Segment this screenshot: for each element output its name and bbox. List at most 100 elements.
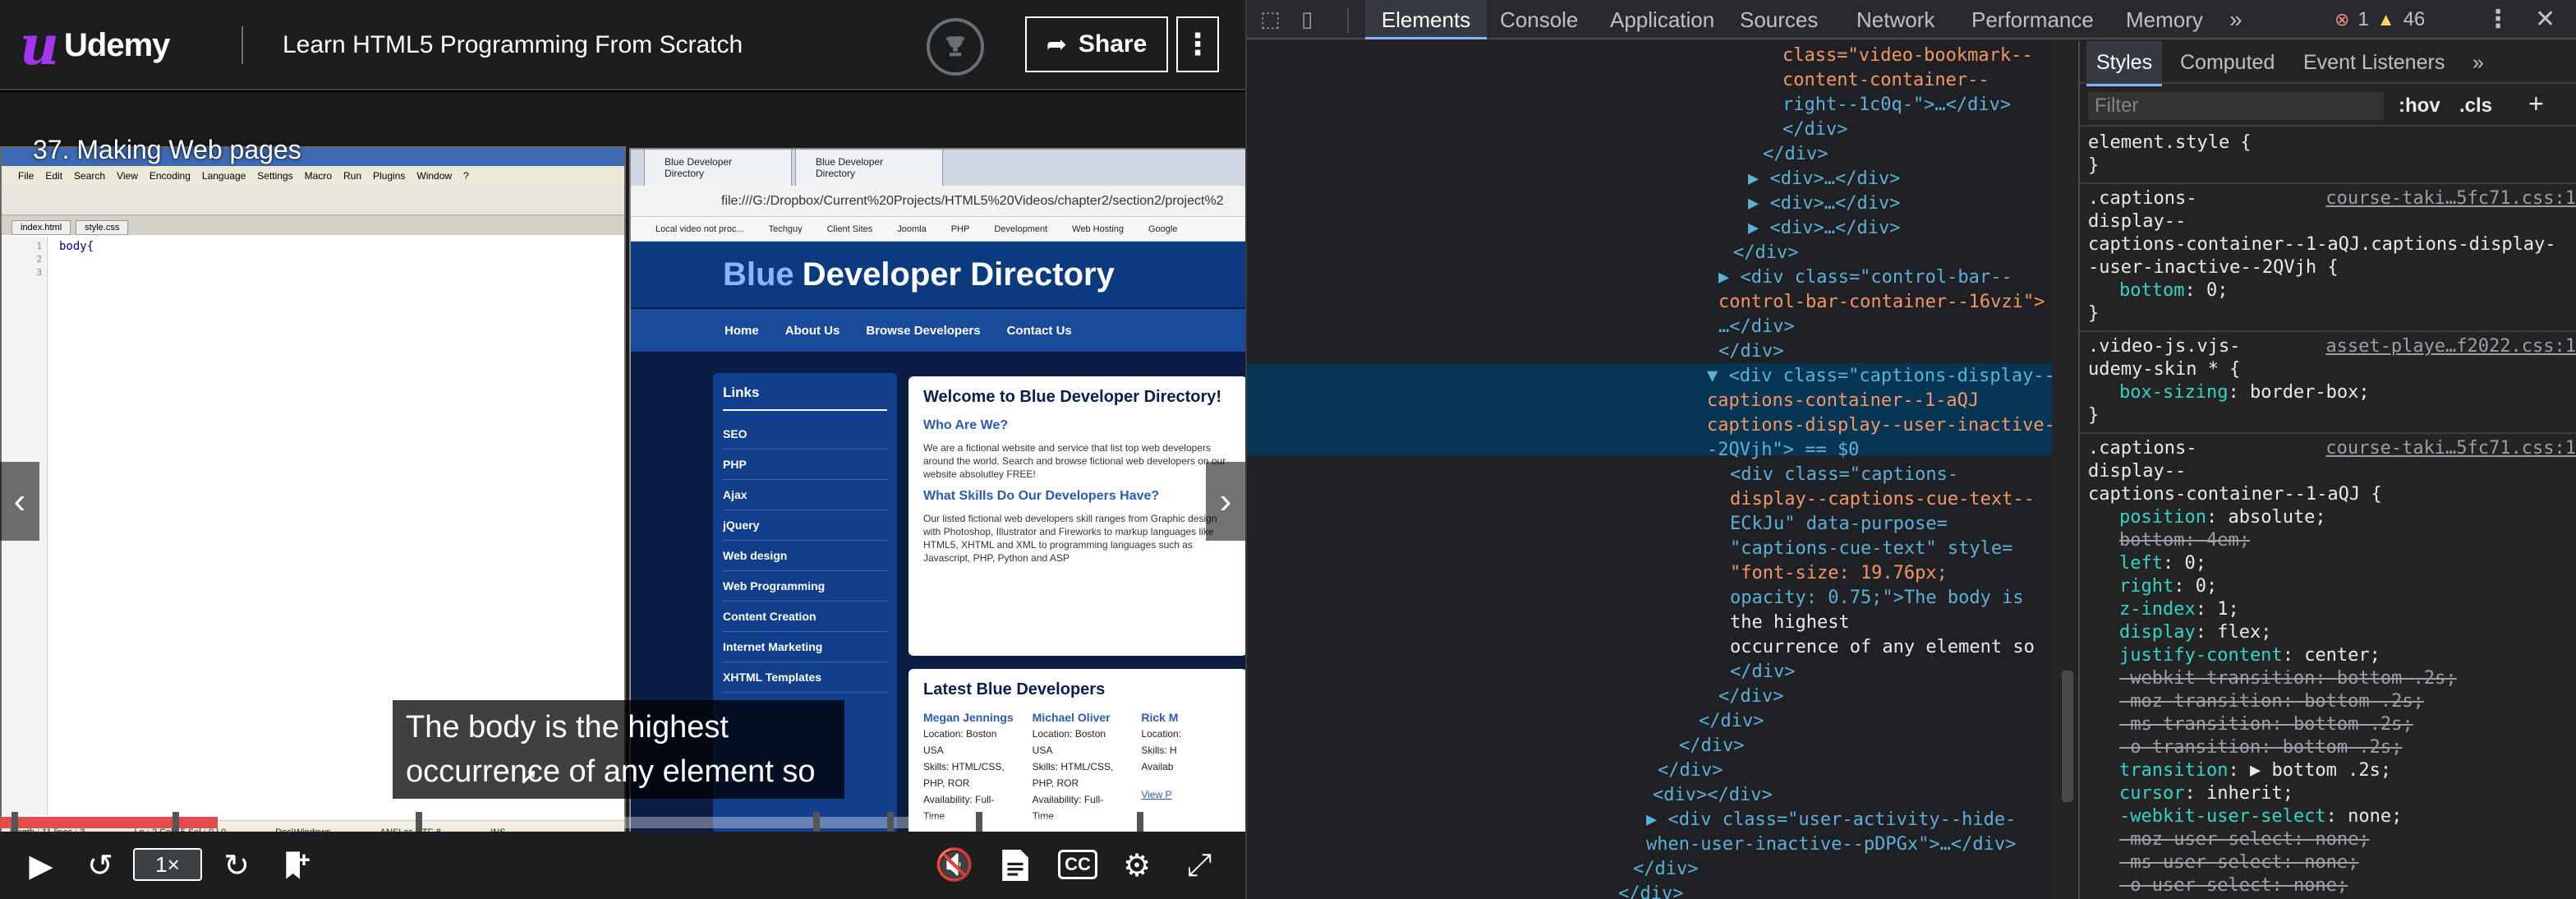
tab-console[interactable]: Console (1500, 0, 1578, 39)
dom-node-line[interactable]: ▶ <div class="control-bar-- (1718, 266, 2012, 289)
more-tabs-icon[interactable]: » (2229, 0, 2242, 39)
dom-node-line[interactable]: content-container-- (1782, 69, 1990, 92)
bookmark-marker[interactable] (1137, 812, 1143, 833)
style-declaration[interactable]: transition: ▶ bottom .2s; (2088, 759, 2574, 782)
playback-speed-button[interactable]: 1× (133, 848, 202, 881)
style-declaration[interactable]: left: 0; (2088, 552, 2574, 575)
more-styles-tabs-icon[interactable]: » (2472, 41, 2484, 84)
dom-node-line[interactable]: "font-size: 19.76px; (1730, 562, 1948, 585)
dom-node-line[interactable]: ▶ <div class="user-activity--hide- (1646, 809, 2016, 832)
hov-toggle[interactable]: :hov (2399, 92, 2440, 120)
bookmark-marker[interactable] (813, 812, 820, 833)
dom-node-line[interactable]: -2QVjh"> == $0 (1707, 439, 1859, 462)
course-title[interactable]: Learn HTML5 Programming From Scratch (283, 31, 743, 59)
dom-node-line[interactable]: </div> (1699, 710, 1764, 733)
style-declaration[interactable]: bottom: 0; (2088, 279, 2574, 302)
settings-gear-icon[interactable]: ⚙ (1117, 843, 1157, 887)
dom-node-line[interactable]: </div> (1633, 858, 1698, 881)
new-rule-plus-icon[interactable]: + (2528, 89, 2544, 119)
dom-node-line[interactable]: ECkJu" data-purpose= (1730, 513, 1948, 536)
tab-event-listeners[interactable]: Event Listeners (2303, 41, 2445, 84)
forward-icon[interactable]: ↻ (218, 843, 255, 887)
dom-node-line[interactable]: ▶ <div>…</div> (1748, 217, 1900, 240)
captions-button[interactable]: CC (1058, 850, 1097, 879)
more-options-button[interactable]: ⋮ (1176, 16, 1219, 72)
inspect-element-icon[interactable]: ⬚ (1260, 7, 1288, 35)
dom-node-line[interactable]: ▶ <div>…</div> (1748, 192, 1900, 215)
bookmark-marker[interactable] (416, 812, 422, 833)
dom-node-line[interactable]: </div> (1658, 759, 1723, 782)
dom-node-line[interactable]: "captions-cue-text" style= (1730, 537, 2012, 560)
style-declaration[interactable]: bottom: 4em; (2088, 529, 2574, 552)
elements-tree[interactable]: class="video-bookmark-- content-container… (1247, 41, 2052, 899)
dom-node-line[interactable]: the highest (1730, 611, 1850, 634)
dom-node-line[interactable]: </div> (1679, 735, 1744, 758)
elements-scrollbar-thumb[interactable] (2062, 671, 2073, 802)
dom-node-line[interactable]: ▶ <div>…</div> (1748, 168, 1900, 191)
progress-bar[interactable] (0, 812, 1245, 833)
style-declaration[interactable]: -ms-user-select: none; (2088, 851, 2574, 874)
dom-node-line[interactable]: <div></div> (1653, 784, 1773, 807)
dom-node-line[interactable]: </div> (1718, 340, 1783, 363)
cls-toggle[interactable]: .cls (2459, 92, 2492, 120)
dom-node-line[interactable]: </div> (1718, 685, 1783, 708)
dom-node-line[interactable]: </div> (1733, 242, 1798, 265)
dom-node-line[interactable]: </div> (1782, 118, 1847, 141)
add-bookmark-icon[interactable] (276, 843, 315, 887)
tab-application[interactable]: Application (1610, 0, 1714, 39)
play-icon[interactable]: ▶ (23, 843, 59, 887)
style-declaration[interactable]: -ms-transition: bottom .2s; (2088, 713, 2574, 736)
dom-node-line[interactable]: </div> (1618, 883, 1683, 899)
tab-computed[interactable]: Computed (2180, 41, 2275, 84)
dom-node-line[interactable]: </div> (1763, 143, 1828, 166)
bookmark-marker[interactable] (172, 812, 179, 833)
style-declaration[interactable]: justify-content: center; (2088, 644, 2574, 667)
devtools-menu-icon[interactable]: ⋮ (2486, 0, 2510, 39)
style-declaration[interactable]: -moz-transition: bottom .2s; (2088, 690, 2574, 713)
transcript-icon[interactable] (997, 843, 1033, 887)
issues-counter[interactable]: ⊗ 1 ▲ 46 (2334, 0, 2425, 39)
style-declaration[interactable]: -webkit-transition: bottom .2s; (2088, 667, 2574, 690)
rule-source-link[interactable]: course-taki…5fc71.css:1 (2325, 187, 2576, 210)
rule-source-link[interactable]: asset-playe…f2022.css:1 (2325, 335, 2576, 358)
mute-icon[interactable]: 🔇 (935, 843, 974, 887)
style-declaration[interactable]: -o-transition: bottom .2s; (2088, 736, 2574, 759)
dom-node-line[interactable]: control-bar-container--16vzi"> (1718, 291, 2045, 314)
next-lecture-arrow[interactable]: › (1206, 462, 1245, 541)
dom-node-line[interactable]: when-user-inactive--pDPGx">…</div> (1646, 833, 2016, 856)
style-declaration[interactable]: z-index: 1; (2088, 598, 2574, 621)
dom-node-line[interactable]: captions-display--user-inactive- (1707, 414, 2052, 437)
style-declaration[interactable]: -webkit-user-select: none; (2088, 805, 2574, 828)
dom-node-line[interactable]: <div class="captions- (1730, 463, 1958, 486)
bookmark-marker[interactable] (12, 812, 18, 833)
dom-node-line[interactable]: display--captions-cue-text-- (1730, 488, 2035, 511)
previous-lecture-arrow[interactable]: ‹ (0, 462, 39, 541)
tab-performance[interactable]: Performance (1971, 0, 2094, 39)
bookmark-marker[interactable] (976, 812, 982, 833)
udemy-logo[interactable]: u Udemy (20, 18, 170, 72)
dom-node-line[interactable]: </div> (1730, 661, 1795, 684)
device-toolbar-icon[interactable]: ▯ (1301, 7, 1329, 35)
style-declaration[interactable]: box-sizing: border-box; (2088, 381, 2574, 404)
dom-node-line[interactable]: occurrence of any element so (1730, 636, 2035, 659)
share-button[interactable]: ➦ Share (1025, 16, 1168, 72)
dom-node-line[interactable]: opacity: 0.75;">The body is (1730, 587, 2024, 610)
rule-source-link[interactable]: course-taki…5fc71.css:1 (2325, 437, 2576, 460)
style-declaration[interactable]: -moz-user-select: none; (2088, 828, 2574, 851)
dom-node-line[interactable]: ▼ <div class="captions-display-- (1707, 365, 2052, 388)
style-declaration[interactable]: display: flex; (2088, 621, 2574, 644)
trophy-icon[interactable] (927, 18, 984, 76)
style-declaration[interactable]: position: absolute; (2088, 506, 2574, 529)
video-area[interactable]: 37. Making Web pages File Edit Search View E… (0, 92, 1245, 899)
style-declaration[interactable]: cursor: inherit; (2088, 782, 2574, 805)
tab-elements[interactable]: Elements (1365, 0, 1487, 39)
style-declaration[interactable]: right: 0; (2088, 575, 2574, 598)
tab-styles[interactable]: Styles (2086, 41, 2163, 86)
tab-memory[interactable]: Memory (2126, 0, 2203, 39)
tab-network[interactable]: Network (1856, 0, 1934, 39)
dom-node-line[interactable]: right--1c0q-">…</div> (1782, 94, 2011, 117)
fullscreen-icon[interactable]: ⤢ (1180, 843, 1219, 887)
style-declaration[interactable]: -o-user-select: none; (2088, 874, 2574, 897)
rewind-icon[interactable]: ↺ (82, 843, 118, 887)
close-icon[interactable]: ✕ (2535, 0, 2555, 39)
